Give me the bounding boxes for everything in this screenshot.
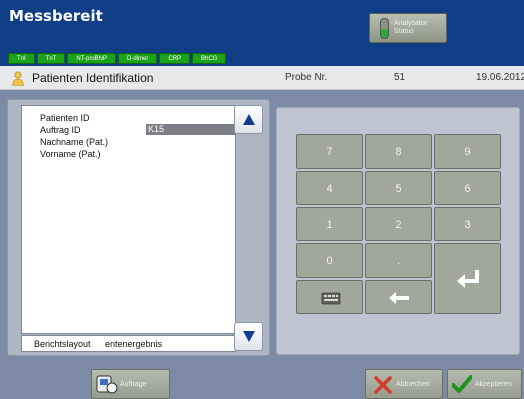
accept-button[interactable]: Akzeptieren bbox=[447, 369, 522, 399]
probe-date: 19.06.2012 bbox=[476, 72, 524, 83]
test-badge-tnt: TnT bbox=[36, 53, 66, 64]
field-patient-id[interactable]: Patienten ID bbox=[40, 113, 90, 123]
key-decimal[interactable]: . bbox=[365, 243, 432, 278]
scroll-down-button[interactable] bbox=[234, 322, 263, 351]
order-id-input[interactable]: K15 bbox=[146, 124, 235, 135]
field-last-name[interactable]: Nachname (Pat.) bbox=[40, 137, 108, 147]
orders-button[interactable]: Auftrage bbox=[91, 369, 170, 399]
keyboard-button[interactable] bbox=[296, 280, 363, 314]
key-1-label: 1 bbox=[326, 219, 333, 231]
report-layout-label: Berichtslayout bbox=[34, 339, 91, 349]
key-3[interactable]: 3 bbox=[434, 207, 501, 241]
backspace-button[interactable] bbox=[365, 280, 432, 314]
orders-icon bbox=[96, 375, 118, 394]
report-layout-field[interactable]: Berichtslayout entenergebnis bbox=[21, 335, 236, 352]
probe-number-value: 51 bbox=[394, 72, 406, 83]
arrow-up-icon bbox=[243, 114, 255, 125]
key-7[interactable]: 7 bbox=[296, 134, 363, 169]
key-6[interactable]: 6 bbox=[434, 171, 501, 205]
patient-fields-panel: Patienten ID Auftrag ID K15 Nachname (Pa… bbox=[7, 99, 270, 356]
cancel-button-label: Abbrechen bbox=[396, 381, 430, 388]
key-8-label: 8 bbox=[395, 146, 402, 158]
key-4-label: 4 bbox=[326, 183, 333, 195]
test-badge-tni: TnI bbox=[8, 53, 35, 64]
key-decimal-label: . bbox=[396, 255, 401, 267]
test-list: TnI TnT NT-proBNP D-dimer CRP BhCG bbox=[8, 53, 227, 64]
arrow-down-icon bbox=[243, 331, 255, 342]
key-1[interactable]: 1 bbox=[296, 207, 363, 241]
key-5[interactable]: 5 bbox=[365, 171, 432, 205]
key-0[interactable]: 0 bbox=[296, 243, 363, 278]
analyzer-status-label: Analysator Status bbox=[394, 20, 428, 35]
app-title: Messbereit bbox=[9, 7, 103, 25]
header: Messbereit Analysator Status TnI TnT NT-… bbox=[0, 0, 524, 66]
key-2[interactable]: 2 bbox=[365, 207, 432, 241]
test-badge-d-dimer: D-dimer bbox=[118, 53, 158, 64]
field-first-name[interactable]: Vorname (Pat.) bbox=[40, 149, 101, 159]
key-8[interactable]: 8 bbox=[365, 134, 432, 169]
key-2-label: 2 bbox=[395, 219, 402, 231]
key-9[interactable]: 9 bbox=[434, 134, 501, 169]
scroll-up-button[interactable] bbox=[234, 105, 263, 134]
cancel-x-icon bbox=[374, 376, 392, 394]
orders-button-label: Auftrage bbox=[120, 381, 147, 388]
test-badge-crp: CRP bbox=[159, 53, 191, 64]
title-bar: Patienten Identifikation Probe Nr. 51 19… bbox=[0, 66, 524, 90]
status-light-icon bbox=[380, 18, 389, 39]
keypad-panel: 7 8 9 4 5 6 1 2 3 0 . bbox=[276, 107, 520, 355]
key-7-label: 7 bbox=[326, 146, 333, 158]
field-order-id[interactable]: Auftrag ID bbox=[40, 125, 81, 135]
patient-icon bbox=[12, 71, 24, 86]
key-3-label: 3 bbox=[464, 219, 471, 231]
probe-number-label: Probe Nr. bbox=[285, 72, 328, 83]
enter-button[interactable] bbox=[434, 243, 501, 314]
test-badge-nt-probnp: NT-proBNP bbox=[67, 53, 117, 64]
accept-button-label: Akzeptieren bbox=[475, 381, 512, 388]
keyboard-icon bbox=[321, 292, 341, 305]
report-layout-value[interactable]: entenergebnis bbox=[105, 339, 162, 349]
accept-check-icon bbox=[452, 375, 472, 393]
page-title: Patienten Identifikation bbox=[32, 71, 154, 85]
key-4[interactable]: 4 bbox=[296, 171, 363, 205]
key-6-label: 6 bbox=[464, 183, 471, 195]
enter-arrow-icon bbox=[457, 270, 479, 288]
key-0-label: 0 bbox=[326, 255, 333, 267]
key-9-label: 9 bbox=[464, 146, 471, 158]
analyzer-status-button[interactable]: Analysator Status bbox=[369, 13, 447, 43]
cancel-button[interactable]: Abbrechen bbox=[365, 369, 443, 399]
field-list[interactable]: Patienten ID Auftrag ID K15 Nachname (Pa… bbox=[21, 105, 236, 334]
test-badge-bhcg: BhCG bbox=[192, 53, 227, 64]
key-5-label: 5 bbox=[395, 183, 402, 195]
backspace-arrow-icon bbox=[389, 292, 409, 304]
